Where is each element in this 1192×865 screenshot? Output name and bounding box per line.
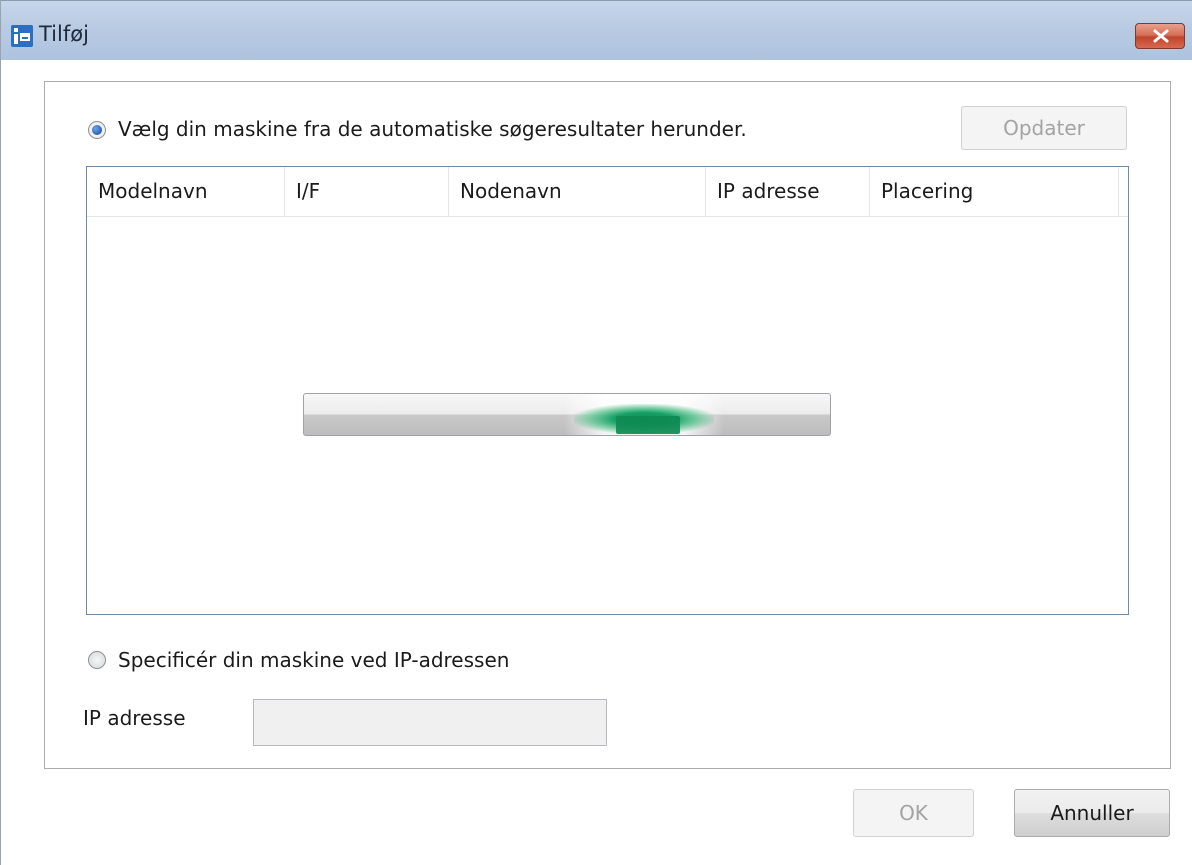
search-progress-bar (303, 393, 831, 436)
column-header-location[interactable]: Placering (870, 167, 1119, 216)
auto-search-radio[interactable] (88, 121, 106, 139)
update-button[interactable]: Opdater (961, 106, 1127, 150)
window-title: Tilføj (39, 22, 89, 46)
close-button[interactable] (1135, 23, 1185, 49)
ip-option-label[interactable]: Specificér din maskine ved IP-adressen (118, 648, 509, 672)
radio-selected-dot (92, 125, 102, 135)
list-header: Modelnavn I/F Nodenavn IP adresse Placer… (87, 167, 1128, 217)
column-header-ip-address[interactable]: IP adresse (706, 167, 870, 216)
ip-address-input[interactable] (253, 699, 607, 746)
ip-address-label: IP adresse (83, 706, 186, 730)
ok-button[interactable]: OK (853, 789, 974, 837)
ip-address-radio[interactable] (88, 651, 106, 669)
cancel-button[interactable]: Annuller (1014, 789, 1170, 837)
column-header-model[interactable]: Modelnavn (87, 167, 285, 216)
title-bar[interactable]: Tilføj (1, 0, 1192, 60)
column-header-node-name[interactable]: Nodenavn (449, 167, 706, 216)
add-printer-dialog: Tilføj Vælg din maskine fra de automatis… (0, 0, 1192, 865)
progress-indicator-core (616, 416, 680, 434)
close-icon (1153, 29, 1169, 43)
column-header-interface[interactable]: I/F (285, 167, 449, 216)
search-results-list[interactable]: Modelnavn I/F Nodenavn IP adresse Placer… (86, 166, 1129, 615)
auto-search-label[interactable]: Vælg din maskine fra de automatiske søge… (118, 117, 747, 141)
printer-add-icon (11, 25, 33, 47)
